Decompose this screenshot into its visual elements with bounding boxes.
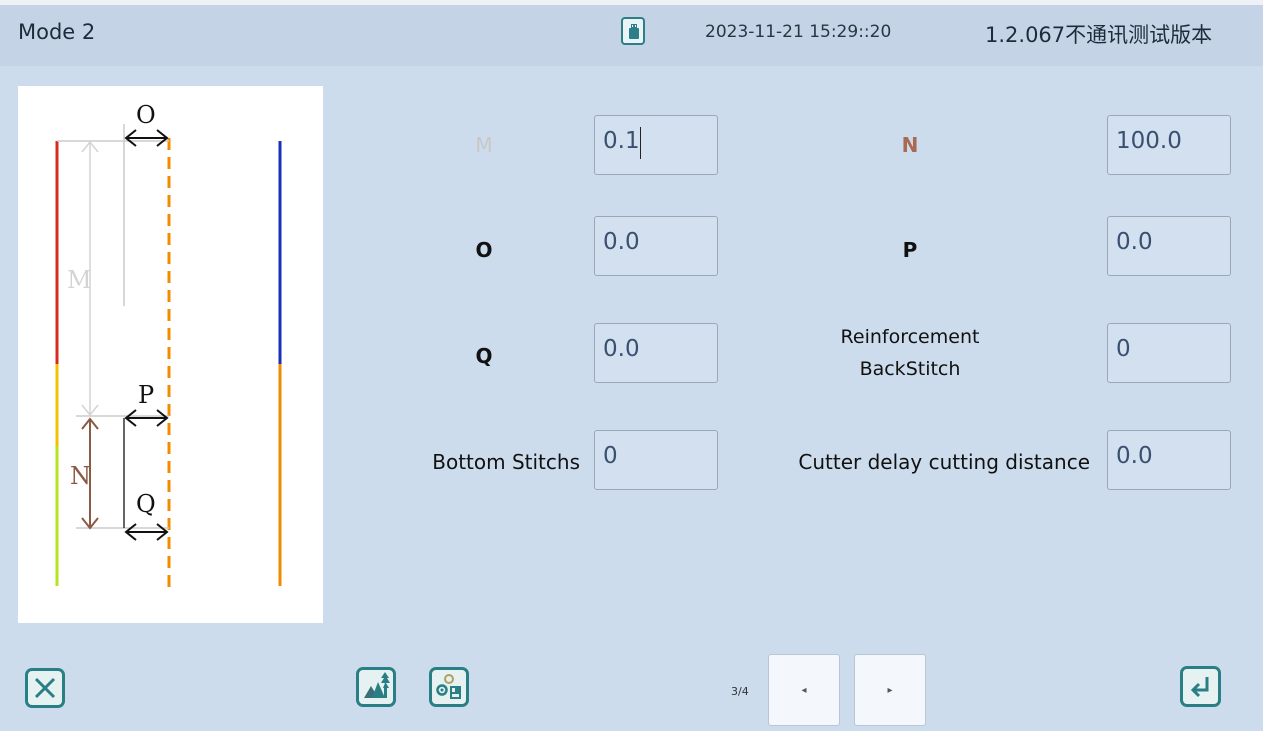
o-label: O [475, 238, 493, 262]
p-input[interactable]: 0.0 [1107, 216, 1231, 276]
datetime: 2023-11-21 15:29::20 [705, 22, 892, 42]
q-dimension-label: Q [136, 490, 156, 518]
cutter-delay-label: Cutter delay cutting distance [798, 450, 1090, 474]
top-bar: Mode 2 2023-11-21 15:29::20 1.2.067不通讯测试… [0, 0, 1263, 66]
bottom-stitchs-input[interactable]: 0 [594, 430, 718, 490]
enter-icon [1190, 677, 1209, 698]
reinforcement-label-line1: Reinforcement [840, 326, 980, 348]
prev-page-button[interactable]: ◂ [768, 654, 840, 726]
cutter-delay-input[interactable]: 0.0 [1107, 430, 1231, 490]
n-dimension-label: N [70, 462, 91, 490]
page-indicator: 3/4 [731, 685, 749, 698]
usb-drive-icon[interactable] [621, 17, 645, 45]
p-dimension-label: P [138, 381, 154, 409]
stitch-diagram: M O P N Q [18, 86, 323, 623]
m-dimension-label: M [67, 266, 92, 294]
p-label: P [902, 238, 918, 262]
close-icon [34, 677, 56, 699]
q-label: Q [475, 344, 493, 368]
bottom-stitchs-label: Bottom Stitchs [432, 450, 580, 474]
reinforcement-input[interactable]: 0 [1107, 323, 1231, 383]
version-label: 1.2.067不通讯测试版本 [985, 23, 1213, 47]
q-input[interactable]: 0.0 [594, 323, 718, 383]
close-button[interactable] [25, 668, 65, 708]
enter-button[interactable] [1180, 666, 1221, 707]
machine-settings-icon [436, 674, 461, 699]
pattern-button[interactable] [356, 667, 396, 707]
m-label: M [475, 133, 493, 157]
machine-settings-button[interactable] [429, 667, 469, 707]
next-page-button[interactable]: ▸ [854, 654, 926, 726]
reinforcement-label-line2: BackStitch [859, 358, 961, 380]
n-label: N [901, 133, 919, 157]
o-dimension-label: O [136, 101, 156, 129]
text-cursor [640, 127, 641, 159]
pattern-icon [364, 672, 390, 698]
o-input[interactable]: 0.0 [594, 216, 718, 276]
stitch-diagram-svg: M O P N Q [55, 101, 282, 588]
n-input[interactable]: 100.0 [1107, 115, 1231, 175]
mode-title: Mode 2 [18, 20, 96, 44]
m-input[interactable]: 0.1 [594, 115, 718, 175]
